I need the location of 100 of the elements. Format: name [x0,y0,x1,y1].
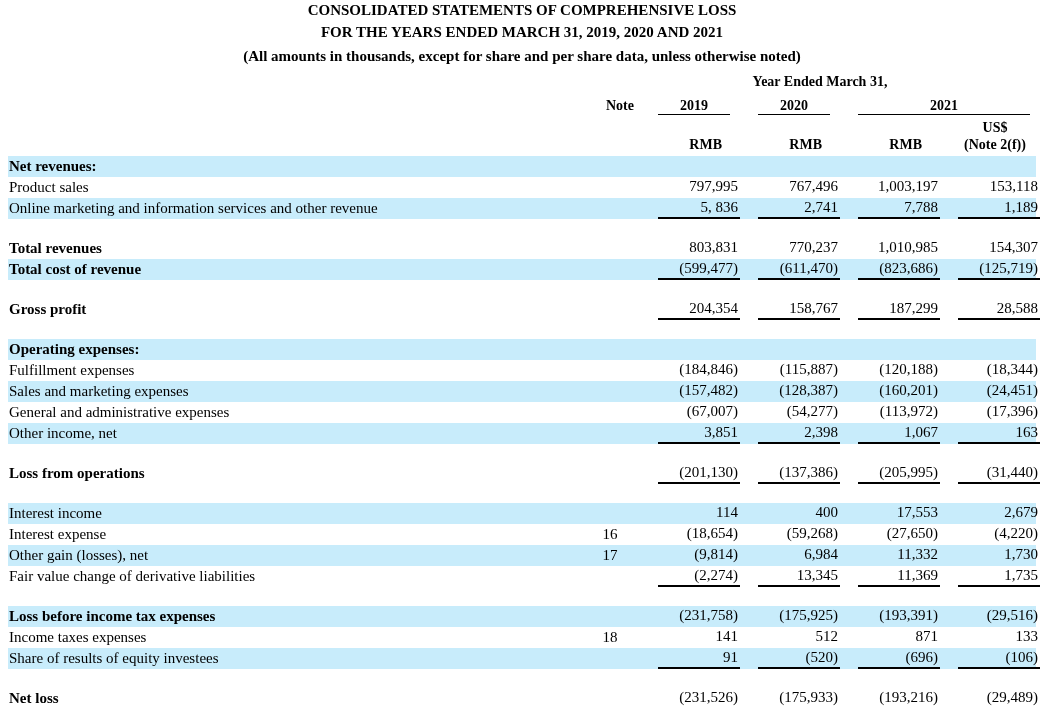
table-cell-text: (18,344) [985,360,1039,379]
table-cell: (125,719) [958,259,1040,280]
table-cell: 1,067 [858,423,940,444]
table-cell: (611,470) [758,259,840,280]
row-label: Loss from operations [8,464,145,483]
statement-title: (All amounts in thousands, except for share and per share data, unless otherwise noted) [243,47,801,66]
table-cell: (106) [958,648,1040,669]
table-cell-text: 767,496 [788,177,839,196]
table-cell: (205,995) [858,463,940,484]
table-cell-text: (175,925) [778,606,839,625]
table-cell: 7,788 [858,198,940,219]
table-cell: 5, 836 [658,198,740,219]
currency-heading: RMB [689,136,722,153]
table-cell: 163 [958,423,1040,444]
table-cell-text: 1,010,985 [877,238,939,257]
table-cell-text: (184,846) [678,360,739,379]
table-cell: (696) [858,648,940,669]
table-cell-text: (67,007) [685,402,739,421]
row-label: Interest income [8,504,102,523]
row-label: Loss before income tax expenses [8,607,216,626]
row-label: Income taxes expenses [8,628,147,647]
column-heading: 2020 [758,90,830,115]
table-cell: 1,189 [958,198,1040,219]
currency-heading: RMB [889,136,922,153]
currency-heading: US$ [982,119,1008,136]
table-cell-text: (231,758) [678,606,739,625]
table-cell-text: 1,003,197 [877,177,939,196]
table-cell: 2,741 [758,198,840,219]
column-heading: 2019 [658,90,730,115]
table-cell: (137,386) [758,463,840,484]
column-heading: 2021 [858,90,1030,115]
table-cell: (31,440) [958,463,1040,484]
table-cell-text: 141 [714,627,739,646]
table-cell-text: 803,831 [688,238,739,257]
table-cell: 204,354 [658,299,740,320]
table-cell: 2,398 [758,423,840,444]
table-cell: 1,735 [958,566,1040,587]
row-label: Gross profit [8,300,87,319]
table-cell-text: (9,814) [693,545,739,564]
table-cell-text: (160,201) [878,381,939,400]
table-cell-text: (128,387) [778,381,839,400]
row-label: Fair value change of derivative liabilities [8,567,256,586]
row-label: Total revenues [8,239,102,258]
row-label: Operating expenses: [8,340,140,359]
table-cell-text: (59,268) [785,524,839,543]
table-cell-text: (29,516) [985,606,1039,625]
note-number: 17 [601,546,619,565]
table-cell-text: (18,654) [685,524,739,543]
row-label: Net loss [8,689,59,708]
row-label: Other gain (losses), net [8,546,149,565]
table-cell: 3,851 [658,423,740,444]
row-label: Total cost of revenue [8,260,142,279]
table-cell-text: 11,332 [896,545,939,564]
row-label: Sales and marketing expenses [8,382,189,401]
table-cell-text: (24,451) [985,381,1039,400]
note-number: 18 [601,628,619,647]
row-label: Other income, net [8,424,117,443]
table-cell-text: (120,188) [878,360,939,379]
table-cell: 158,767 [758,299,840,320]
table-cell-text: 154,307 [988,238,1039,257]
table-cell: (201,130) [658,463,740,484]
table-cell-text: (231,526) [678,688,739,707]
table-cell-text: (17,396) [985,402,1039,421]
table-cell-text: 1,730 [1003,545,1039,564]
statement-title: FOR THE YEARS ENDED MARCH 31, 2019, 2020 AND 2021 [320,23,724,42]
table-cell: 28,588 [958,299,1040,320]
column-heading: Note [606,98,634,115]
table-cell: 187,299 [858,299,940,320]
table-cell: (520) [758,648,840,669]
table-cell: (823,686) [858,259,940,280]
currency-heading: RMB [789,136,822,153]
table-cell-text: (115,887) [778,360,839,379]
table-cell: 11,369 [858,566,940,587]
row-label: Online marketing and information services and other revenue [8,199,378,218]
statement-title: CONSOLIDATED STATEMENTS OF COMPREHENSIVE LOSS [307,1,737,20]
table-cell-text: 871 [914,627,939,646]
row-label: Interest expense [8,525,107,544]
table-cell-text: (4,220) [993,524,1039,543]
table-cell: 91 [658,648,740,669]
note-number: 16 [601,525,619,544]
table-cell-text: (157,482) [678,381,739,400]
table-cell-text: (193,391) [878,606,939,625]
table-cell-text: 400 [814,503,839,522]
table-cell: 13,345 [758,566,840,587]
table-cell-text: (27,650) [885,524,939,543]
table-cell-text: 114 [715,503,739,522]
table-cell: (2,274) [658,566,740,587]
table-cell-text: 797,995 [688,177,739,196]
table-cell-text: 512 [814,627,839,646]
row-label: Net revenues: [8,157,97,176]
table-cell-text: 153,118 [988,177,1039,196]
table-cell-text: 770,237 [788,238,839,257]
row-label: General and administrative expenses [8,403,230,422]
table-cell-text: (175,933) [778,688,839,707]
table-cell-text: 133 [1014,627,1039,646]
table-cell-text: (29,489) [985,688,1039,707]
currency-note: (Note 2(f)) [964,136,1026,153]
row-label: Product sales [8,178,89,197]
row-label: Share of results of equity investees [8,649,219,668]
column-group-heading: Year Ended March 31, [752,74,888,90]
